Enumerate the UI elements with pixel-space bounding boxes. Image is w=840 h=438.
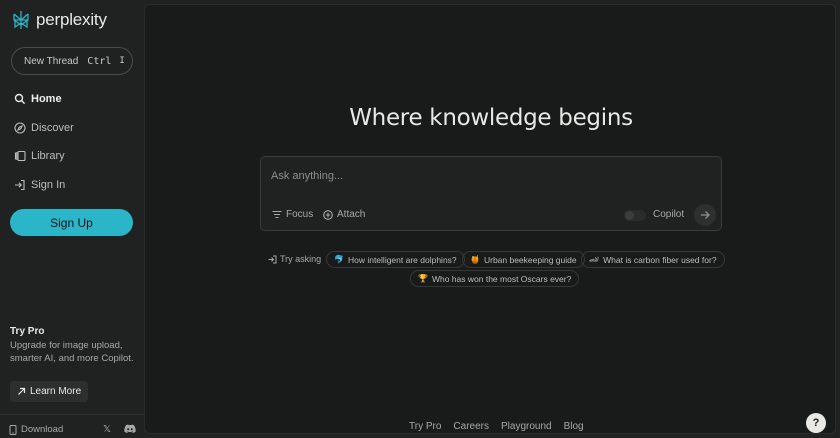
arrow-into-icon [268,255,277,263]
sidebar-item-label: Discover [31,122,74,134]
footer-links: Try Pro Careers Playground Blog [409,421,584,432]
trophy-icon: 🏆 [418,274,428,283]
footer-link-playground[interactable]: Playground [501,421,552,432]
search-box: Focus Attach Copilot [260,156,722,231]
try-pro-title: Try Pro [10,326,45,337]
filter-icon [272,210,282,219]
suggestion-chip[interactable]: 🏆 Who has won the most Oscars ever? [410,270,580,287]
search-icon [14,93,26,105]
compass-icon [14,122,26,134]
arrow-up-right-icon [18,387,26,395]
submit-button[interactable] [694,204,716,226]
suggestion-label: What is carbon fiber used for? [603,254,717,265]
arrow-right-icon [701,211,710,219]
attach-button[interactable]: Attach [323,209,365,220]
sidebar-item-sign-in[interactable]: Sign In [14,179,65,191]
library-icon [14,150,26,162]
shortcut-key: I [119,56,125,66]
sign-up-button[interactable]: Sign Up [10,209,133,236]
attach-label: Attach [337,209,366,220]
copilot-toggle[interactable] [624,210,646,221]
carbon-fiber-icon: 🏎 [589,255,600,264]
suggestion-label: Urban beekeeping guide [483,254,577,265]
suggestion-chip[interactable]: 🏎 What is carbon fiber used for? [581,251,725,268]
sidebar-item-library[interactable]: Library [14,150,65,162]
page-title: Where knowledge begins [349,105,633,131]
download-link[interactable]: Download [9,424,63,435]
learn-more-label: Learn More [30,386,82,397]
footer-link-blog[interactable]: Blog [564,421,584,432]
sign-in-icon [15,179,25,191]
sidebar-item-label: Sign In [31,179,66,191]
dolphin-icon: 🐬 [334,255,344,264]
phone-icon [9,424,17,435]
copilot-label: Copilot [653,209,685,220]
new-thread-label: New Thread [24,55,79,67]
sidebar-item-home[interactable]: Home [14,93,62,105]
perplexity-logo-icon [13,11,29,29]
discord-icon[interactable] [124,424,136,434]
sidebar-item-label: Library [31,150,65,162]
x-icon[interactable]: 𝕏 [103,424,111,435]
brand-name: perplexity [36,10,107,29]
perplexity-logo[interactable]: perplexity [10,9,107,31]
download-label: Download [21,424,64,435]
new-thread-button[interactable]: New Thread Ctrl I [11,47,133,75]
suggestion-label: How intelligent are dolphins? [347,254,457,265]
shortcut-ctrl: Ctrl [87,55,112,67]
sidebar-item-label: Home [31,93,62,105]
footer-link-careers[interactable]: Careers [453,421,489,432]
help-button[interactable]: ? [806,413,826,433]
try-pro-description: Upgrade for image upload, smarter AI, an… [10,340,134,364]
focus-label: Focus [286,209,314,220]
try-asking-text: Try asking [280,254,322,264]
main-panel: Where knowledge begins Focus Attach Copi… [144,4,836,434]
search-input[interactable] [271,167,701,185]
footer-link-try-pro[interactable]: Try Pro [409,421,441,432]
suggestion-chip[interactable]: 🍯 Urban beekeeping guide [462,251,585,268]
plus-circle-icon [323,209,333,220]
sidebar: perplexity New Thread Ctrl I Home Discov… [0,0,144,438]
focus-button[interactable]: Focus [272,209,313,220]
try-asking-label: Try asking [268,254,321,264]
suggestion-label: Who has won the most Oscars ever? [431,273,572,284]
suggestion-chip[interactable]: 🐬 How intelligent are dolphins? [326,251,465,268]
beehive-icon: 🍯 [470,255,480,264]
sidebar-footer: Download 𝕏 [0,414,144,438]
learn-more-button[interactable]: Learn More [10,381,89,402]
sidebar-item-discover[interactable]: Discover [14,122,74,134]
